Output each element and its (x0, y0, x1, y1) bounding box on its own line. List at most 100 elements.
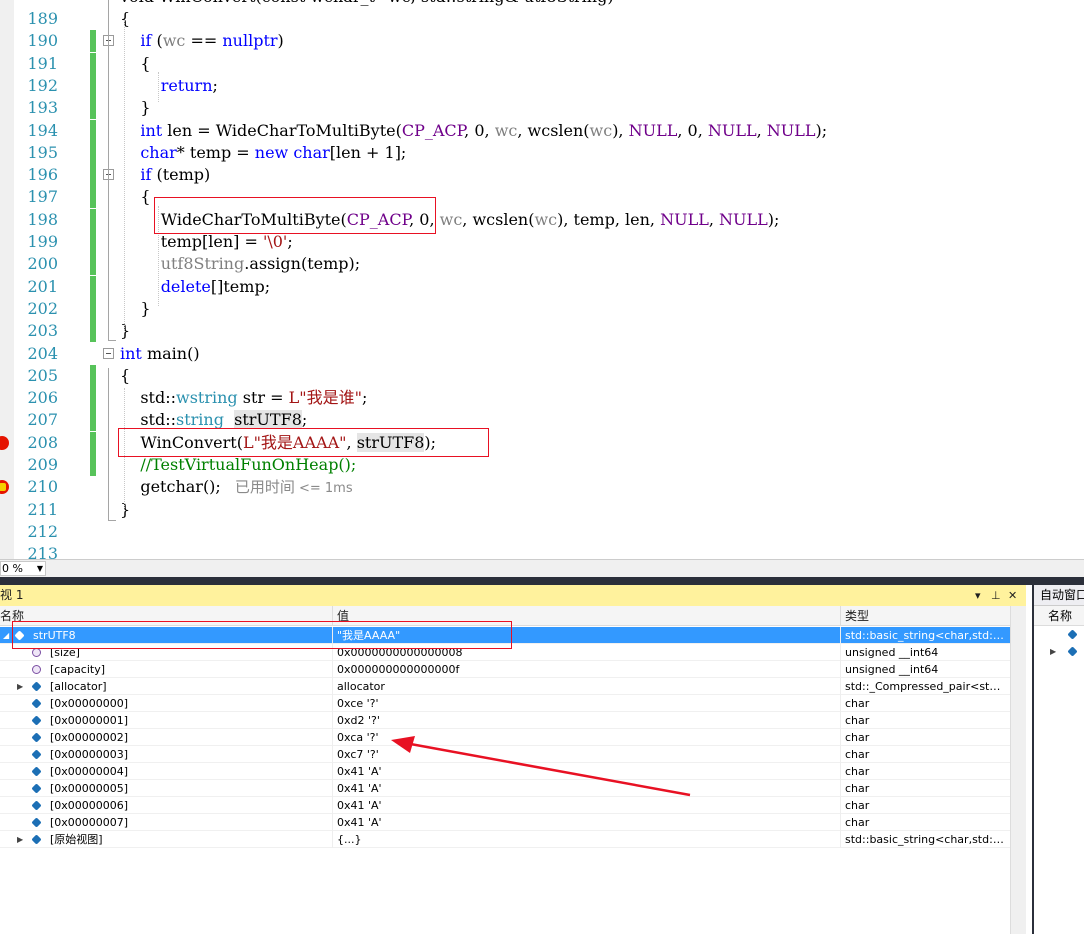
expand-icon[interactable]: ▶ (17, 678, 23, 695)
code-line-200[interactable]: 200 utf8String.assign(temp); (0, 253, 1084, 276)
code-line-199[interactable]: 199 temp[len] = '\0'; (0, 231, 1084, 253)
pin-icon[interactable]: ⊥ (991, 585, 1001, 606)
column-value[interactable]: 值 (337, 606, 349, 626)
watch-value[interactable]: {...} (337, 831, 362, 848)
code-line-194[interactable]: 194 int len = WideCharToMultiByte(CP_ACP… (0, 119, 1084, 142)
watch-title-bar[interactable]: 视 1 ▾ ⊥ ✕ (0, 585, 1026, 606)
column-divider[interactable] (840, 606, 841, 625)
autos-column-name[interactable]: 名称 (1034, 606, 1084, 626)
code-line-209[interactable]: 209 //TestVirtualFunOnHeap(); (0, 454, 1084, 476)
cell-divider (840, 814, 841, 831)
code-line-198[interactable]: 198 WideCharToMultiByte(CP_ACP, 0, wc, w… (0, 208, 1084, 231)
watch-value[interactable]: "我是AAAA" (337, 627, 400, 644)
change-bar (90, 208, 96, 231)
column-type[interactable]: 类型 (845, 606, 869, 626)
code-line-193[interactable]: 193 } (0, 97, 1084, 120)
watch-row[interactable]: [0x00000003] 0xc7 '?' char (0, 746, 1010, 763)
cell-divider (840, 661, 841, 678)
column-divider[interactable] (332, 606, 333, 625)
watch-name: [0x00000006] (50, 799, 129, 812)
code-line-192[interactable]: 192 return; (0, 74, 1084, 97)
watch-value[interactable]: 0xc7 '?' (337, 746, 379, 763)
watch-row[interactable]: [0x00000007] 0x41 'A' char (0, 814, 1010, 831)
code-line-208[interactable]: 208 WinConvert(L"我是AAAA", strUTF8); (0, 431, 1084, 454)
close-icon[interactable]: ✕ (1008, 585, 1017, 606)
code-text: std::wstring str = L"我是谁"; (120, 388, 368, 408)
watch-row[interactable]: [capacity] 0x000000000000000f unsigned __i… (0, 661, 1010, 678)
watch-row[interactable]: ▶ [allocator] allocator std::_Compressed_pa… (0, 678, 1010, 695)
code-text: } (120, 321, 131, 341)
watch-column-header: 名称 值 类型 (0, 606, 1010, 626)
line-number: 190 (27, 31, 58, 51)
code-line-210[interactable]: 210 getchar(); 已用时间 <= 1ms (0, 476, 1084, 498)
breakpoint-icon[interactable] (0, 435, 9, 450)
code-line-203[interactable]: 203} (0, 320, 1084, 343)
watch-row[interactable]: [size] 0x0000000000000008 unsigned __int64 (0, 644, 1010, 661)
field-icon (31, 783, 42, 794)
watch-title: 视 1 (0, 588, 24, 602)
code-text: //TestVirtualFunOnHeap(); (140, 455, 357, 474)
line-number: 210 (27, 477, 58, 497)
code-line-201[interactable]: 201 delete[]temp; (0, 275, 1084, 298)
code-line-213[interactable]: 213 (0, 543, 1084, 560)
code-line-partial: void WinConvert(const wchar_t* wc, std::… (0, 0, 1084, 8)
code-line-189[interactable]: 189 { (0, 8, 1084, 30)
pane-splitter[interactable] (0, 577, 1084, 585)
code-text: WideCharToMultiByte(CP_ACP, 0, wc, wcsle… (120, 209, 780, 229)
code-line-202[interactable]: 202 } (0, 297, 1084, 320)
watch-value[interactable]: 0x41 'A' (337, 780, 382, 797)
watch-row[interactable]: ▶ [原始视图] {...} std::basic_string<char,std::… (0, 831, 1010, 848)
watch-name: [size] (50, 646, 80, 659)
code-line-205[interactable]: 205 { (0, 364, 1084, 387)
field-icon (1067, 646, 1078, 657)
code-line-211[interactable]: 211} (0, 499, 1084, 521)
code-line-204[interactable]: 204 int main() (0, 343, 1084, 365)
vertical-scrollbar[interactable] (1010, 606, 1026, 934)
watch-name: [0x00000003] (50, 748, 129, 761)
zoom-select[interactable]: 0 % ▼ (0, 561, 46, 576)
watch-value[interactable]: 0xca '?' (337, 729, 379, 746)
watch-value[interactable]: 0x41 'A' (337, 763, 382, 780)
cell-divider (332, 746, 333, 763)
watch-row[interactable]: [0x00000006] 0x41 'A' char (0, 797, 1010, 814)
watch-value[interactable]: 0xce '?' (337, 695, 379, 712)
current-statement-breakpoint-icon[interactable] (0, 480, 9, 495)
watch-value[interactable]: 0xd2 '?' (337, 712, 380, 729)
code-line-191[interactable]: 191 { (0, 52, 1084, 75)
autos-title[interactable]: 自动窗口 (1034, 585, 1084, 606)
code-line-195[interactable]: 195 char* temp = new char[len + 1]; (0, 141, 1084, 164)
watch-value[interactable]: allocator (337, 678, 385, 695)
property-icon (32, 648, 41, 657)
watch-row[interactable]: [0x00000001] 0xd2 '?' char (0, 712, 1010, 729)
line-number: 207 (27, 410, 58, 430)
column-name[interactable]: 名称 (0, 606, 24, 626)
watch-value[interactable]: 0x000000000000000f (337, 661, 459, 678)
perf-tip[interactable]: 已用时间 <= 1ms (235, 478, 353, 496)
code-editor[interactable]: void WinConvert(const wchar_t* wc, std::… (0, 0, 1084, 560)
collapse-icon[interactable]: ◢ (3, 627, 9, 644)
code-line-196[interactable]: 196 if (temp) (0, 164, 1084, 187)
watch-row[interactable]: [0x00000005] 0x41 'A' char (0, 780, 1010, 797)
code-line-190[interactable]: 190 if (wc == nullptr) (0, 30, 1084, 53)
line-number: 196 (27, 165, 58, 185)
watch-row[interactable]: [0x00000004] 0x41 'A' char (0, 763, 1010, 780)
watch-row[interactable]: ◢ strUTF8 "我是AAAA" std::basic_string<char,s… (0, 627, 1010, 644)
change-bar (90, 74, 96, 97)
expand-icon[interactable]: ▶ (1050, 643, 1056, 660)
window-dropdown-icon[interactable]: ▾ (975, 585, 981, 606)
autos-row[interactable]: ▶ (1034, 643, 1084, 660)
watch-row[interactable]: [0x00000000] 0xce '?' char (0, 695, 1010, 712)
watch-value[interactable]: 0x41 'A' (337, 814, 382, 831)
code-line-212[interactable]: 212 (0, 521, 1084, 543)
cell-divider (840, 746, 841, 763)
watch-value[interactable]: 0x0000000000000008 (337, 644, 463, 661)
code-line-207[interactable]: 207 std::string strUTF8; (0, 409, 1084, 432)
collapse-icon[interactable] (103, 347, 114, 359)
watch-value[interactable]: 0x41 'A' (337, 797, 382, 814)
autos-row[interactable] (1034, 626, 1084, 643)
code-line-197[interactable]: 197 { (0, 186, 1084, 209)
code-line-206[interactable]: 206 std::wstring str = L"我是谁"; (0, 387, 1084, 410)
expand-icon[interactable]: ▶ (17, 831, 23, 848)
watch-row[interactable]: [0x00000002] 0xca '?' char (0, 729, 1010, 746)
line-number: 191 (27, 53, 58, 73)
